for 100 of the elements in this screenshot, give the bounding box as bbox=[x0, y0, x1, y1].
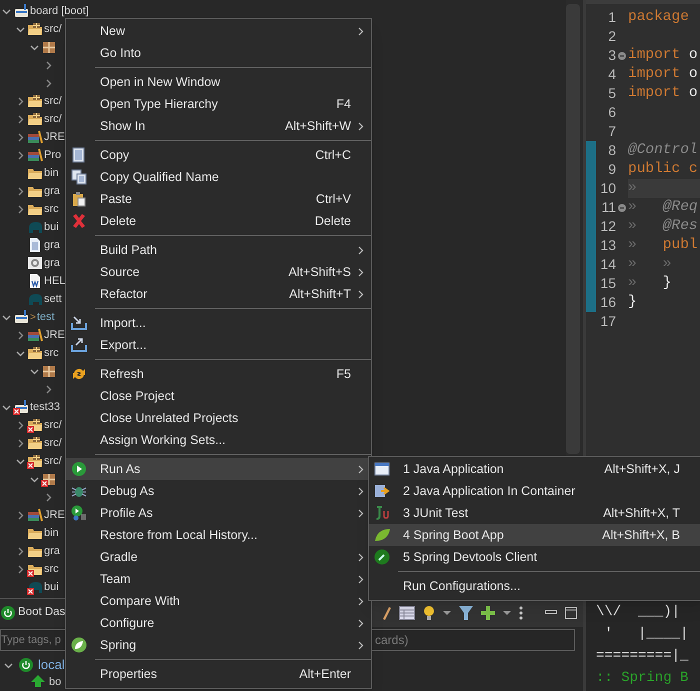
source-folder-icon bbox=[27, 435, 43, 451]
tree-item-label[interactable]: gra bbox=[44, 542, 60, 560]
menu-item[interactable]: Refresh F5 bbox=[66, 363, 371, 385]
tree-item-label[interactable]: HEL bbox=[44, 272, 66, 290]
line-number: 14 bbox=[599, 255, 616, 274]
menu-item[interactable]: Properties Alt+Enter bbox=[66, 663, 371, 685]
tree-item-label[interactable]: board [boot] bbox=[30, 2, 89, 20]
menu-item[interactable]: Spring bbox=[66, 634, 371, 656]
target-label[interactable]: local bbox=[38, 655, 65, 675]
tree-item-label[interactable]: src/ bbox=[44, 20, 62, 38]
menu-item[interactable]: Export... bbox=[66, 334, 371, 356]
tree-item-label[interactable]: bin bbox=[44, 524, 59, 542]
tree-item-label[interactable]: JRE bbox=[44, 506, 65, 524]
line-number: 17 bbox=[599, 312, 616, 331]
tree-item-label[interactable]: src/ bbox=[44, 452, 62, 470]
tree-item-label[interactable]: gra bbox=[44, 254, 60, 272]
menu-item[interactable]: Build Path bbox=[66, 239, 371, 261]
menu-item[interactable]: Open Type Hierarchy F4 bbox=[66, 93, 371, 115]
filter-icon[interactable] bbox=[459, 605, 473, 621]
menu-item[interactable]: Show In Alt+Shift+W bbox=[66, 115, 371, 137]
menu-item[interactable]: Paste Ctrl+V bbox=[66, 188, 371, 210]
source-folder-icon bbox=[27, 21, 43, 37]
menu-item[interactable]: 4 Spring Boot App Alt+Shift+X, B bbox=[369, 524, 700, 546]
project-icon bbox=[13, 309, 29, 325]
tree-item-label[interactable]: bui bbox=[44, 578, 59, 596]
menu-item[interactable]: Copy Qualified Name bbox=[66, 166, 371, 188]
tree-item-label[interactable]: test33 bbox=[30, 398, 60, 416]
shortcut-label: Alt+Shift+W bbox=[285, 118, 351, 135]
pencil-icon[interactable] bbox=[383, 605, 391, 621]
tree-item-label[interactable]: test bbox=[36, 308, 55, 326]
tree-item-label[interactable]: bui bbox=[44, 218, 59, 236]
collapse-icon[interactable] bbox=[618, 52, 626, 60]
menu-item[interactable]: Go Into bbox=[66, 42, 371, 64]
line-number: 8 bbox=[607, 141, 616, 160]
source-folder-icon bbox=[27, 111, 43, 127]
menu-item[interactable]: 5 Spring Devtools Client bbox=[369, 546, 700, 568]
tree-item-label[interactable]: JRE bbox=[44, 128, 65, 146]
tree-item-label[interactable]: src/ bbox=[44, 110, 62, 128]
shortcut-label: Alt+Shift+T bbox=[289, 286, 351, 303]
menu-item[interactable]: Team bbox=[66, 568, 371, 590]
tree-item-label[interactable]: sett bbox=[44, 290, 62, 308]
menu-item[interactable]: Close Project bbox=[66, 385, 371, 407]
menu-item[interactable]: Refactor Alt+Shift+T bbox=[66, 283, 371, 305]
copy-icon bbox=[71, 147, 87, 163]
package-icon bbox=[41, 39, 57, 55]
menu-item[interactable]: Restore from Local History... bbox=[66, 524, 371, 546]
code-text: public c bbox=[628, 160, 698, 179]
menu-item[interactable]: Copy Ctrl+C bbox=[66, 144, 371, 166]
more-icon[interactable] bbox=[519, 606, 523, 620]
shortcut-label: Ctrl+C bbox=[315, 146, 351, 164]
tree-item-label[interactable]: src/ bbox=[44, 92, 62, 110]
caret-icon[interactable] bbox=[443, 610, 451, 616]
tree-item-label[interactable]: bin bbox=[44, 164, 59, 182]
code-text: @Res bbox=[662, 216, 698, 236]
tree-item-label[interactable]: Pro bbox=[44, 146, 62, 164]
menu-item[interactable]: Import... bbox=[66, 312, 371, 334]
tree-item-label[interactable]: gra bbox=[44, 182, 60, 200]
menu-item[interactable]: 2 Java Application In Container bbox=[369, 480, 700, 502]
delete-icon bbox=[71, 213, 87, 229]
tab-marker: » bbox=[628, 254, 637, 274]
menu-item[interactable]: Run Configurations... bbox=[369, 575, 700, 597]
tree-item-label[interactable]: JRE bbox=[44, 326, 65, 344]
menu-item[interactable]: Delete Delete bbox=[66, 210, 371, 232]
line-number: 9 bbox=[607, 160, 616, 179]
export-icon bbox=[71, 337, 87, 353]
menu-item[interactable]: Close Unrelated Projects bbox=[66, 407, 371, 429]
line-number: 16 bbox=[599, 293, 616, 312]
tree-item-label[interactable]: src bbox=[44, 344, 59, 362]
tree-item-label[interactable]: src/ bbox=[44, 434, 62, 452]
app-label[interactable]: bo bbox=[49, 675, 62, 689]
code-text: import bbox=[628, 46, 680, 65]
up-arrow-icon bbox=[30, 675, 46, 687]
caret-icon[interactable] bbox=[503, 610, 511, 616]
tree-item-label[interactable]: src/ bbox=[44, 416, 62, 434]
tree-item-label[interactable]: src bbox=[44, 560, 59, 578]
lightbulb-icon[interactable] bbox=[423, 605, 435, 621]
menu-item[interactable]: 1 Java Application Alt+Shift+X, J bbox=[369, 458, 700, 480]
tab-marker: » bbox=[628, 198, 637, 217]
menu-item[interactable]: Open in New Window bbox=[66, 71, 371, 93]
line-number: 15 bbox=[599, 274, 616, 293]
menu-item[interactable]: Gradle bbox=[66, 546, 371, 568]
code-text: o bbox=[688, 84, 698, 103]
menu-item[interactable]: 3 JUnit Test Alt+Shift+X, T bbox=[369, 502, 700, 524]
tree-item-label[interactable]: src bbox=[44, 200, 59, 218]
menu-item[interactable]: Source Alt+Shift+S bbox=[66, 261, 371, 283]
shortcut-label: Alt+Shift+S bbox=[288, 264, 351, 281]
collapse-icon[interactable] bbox=[618, 204, 626, 212]
menu-item[interactable]: New bbox=[66, 20, 371, 42]
plus-icon[interactable] bbox=[481, 606, 495, 620]
table-icon[interactable] bbox=[399, 606, 415, 620]
maximize-icon[interactable] bbox=[565, 607, 577, 619]
tab-marker: » bbox=[628, 178, 637, 198]
menu-item[interactable]: Debug As bbox=[66, 480, 371, 502]
gear-document-icon bbox=[27, 255, 43, 271]
tab-marker: » bbox=[628, 216, 637, 236]
tree-item-label[interactable]: gra bbox=[44, 236, 60, 254]
menu-item[interactable]: Profile As bbox=[66, 502, 371, 524]
code-text: import bbox=[628, 64, 680, 84]
menu-item[interactable]: Assign Working Sets... bbox=[66, 429, 371, 451]
menu-item[interactable]: Run As bbox=[66, 458, 371, 480]
